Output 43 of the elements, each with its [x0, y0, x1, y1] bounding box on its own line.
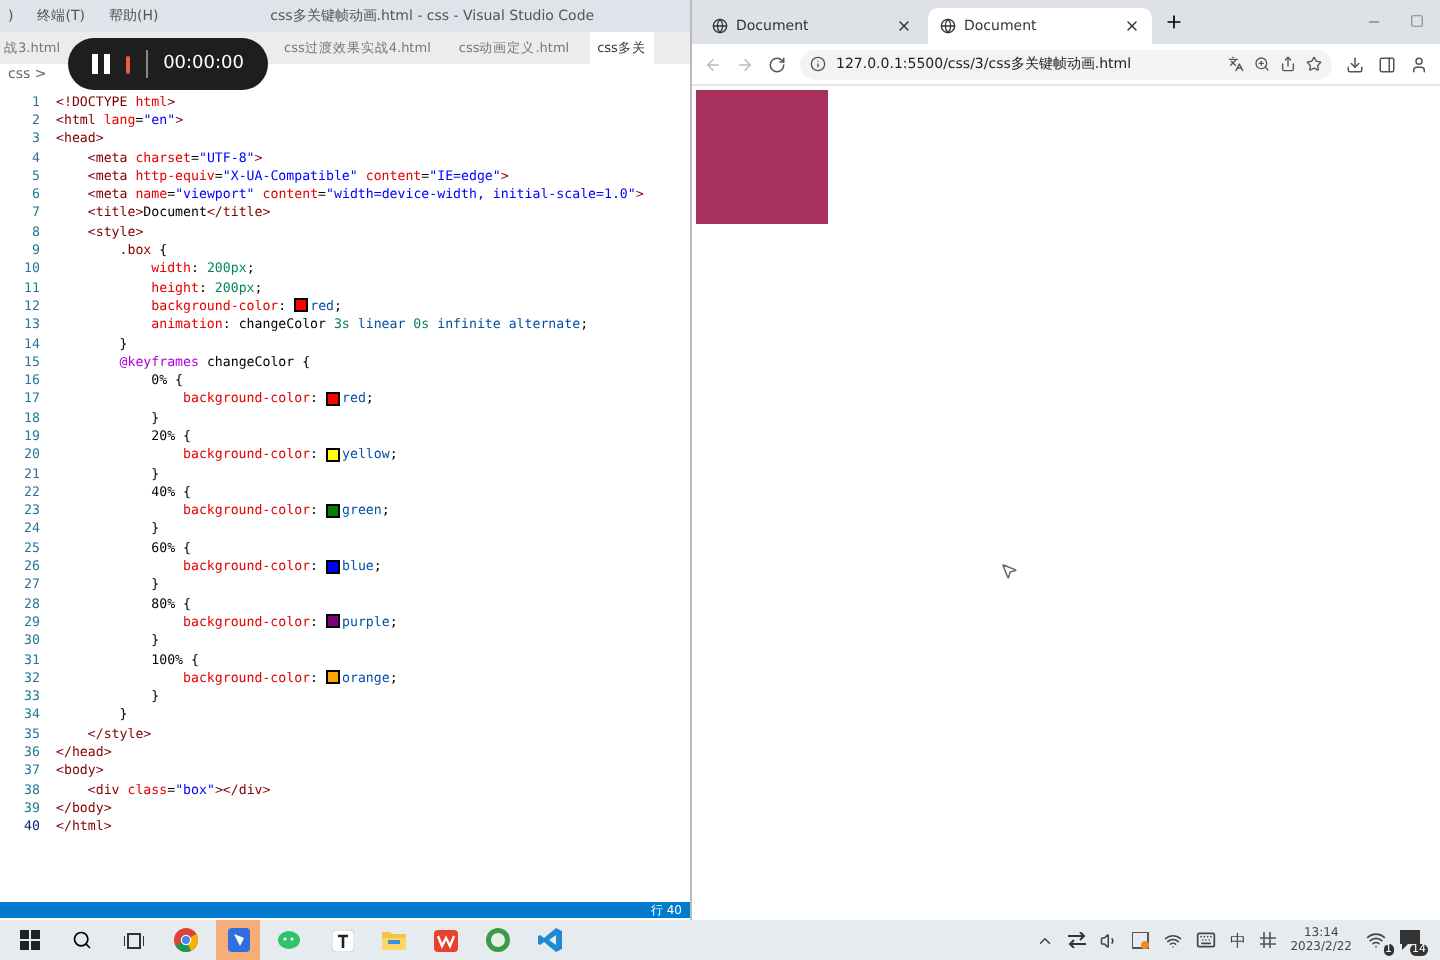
- chrome-icon[interactable]: [174, 928, 198, 952]
- search-icon[interactable]: [72, 930, 92, 950]
- share-icon[interactable]: [1280, 56, 1296, 72]
- translate-icon[interactable]: [1228, 56, 1244, 72]
- download-icon[interactable]: [1346, 55, 1364, 73]
- stop-icon[interactable]: [126, 55, 131, 73]
- color-swatch[interactable]: [326, 447, 340, 462]
- task-view-icon[interactable]: [124, 931, 144, 949]
- w-logo-icon[interactable]: [434, 929, 458, 951]
- profile-icon[interactable]: [1410, 55, 1428, 73]
- color-swatch[interactable]: [326, 614, 340, 629]
- close-icon[interactable]: [1124, 18, 1140, 34]
- windows-icon[interactable]: [20, 930, 40, 950]
- color-swatch[interactable]: [326, 559, 340, 574]
- letter-t-app-icon[interactable]: [331, 929, 353, 951]
- input-method-indicator[interactable]: 中: [1230, 929, 1247, 951]
- star-icon[interactable]: [1306, 56, 1322, 72]
- wifi-icon[interactable]: [1164, 931, 1183, 949]
- color-swatch[interactable]: [326, 391, 340, 406]
- new-tab-icon[interactable]: [1164, 12, 1184, 32]
- color-swatch[interactable]: [326, 670, 340, 685]
- folder-icon[interactable]: [382, 930, 406, 950]
- info-icon[interactable]: [810, 56, 826, 72]
- app-tray-icon[interactable]: [1132, 931, 1151, 949]
- vscode-icon[interactable]: [538, 928, 562, 952]
- round-app-icon[interactable]: [486, 928, 510, 952]
- hash-icon[interactable]: [1260, 932, 1277, 948]
- zoom-icon[interactable]: [1254, 56, 1270, 72]
- bookmark-app-icon[interactable]: [227, 928, 249, 952]
- color-swatch[interactable]: [294, 298, 309, 313]
- mouse-pointer-icon: [1000, 562, 1018, 580]
- volume-icon[interactable]: [1100, 931, 1119, 949]
- reload-icon[interactable]: [768, 55, 786, 73]
- animated-box: [696, 90, 828, 224]
- keyboard-icon[interactable]: [1196, 930, 1217, 950]
- globe-icon[interactable]: [712, 18, 728, 34]
- transfer-icon[interactable]: [1068, 932, 1087, 948]
- globe-icon[interactable]: [940, 18, 956, 34]
- side-panel-icon[interactable]: [1378, 55, 1396, 73]
- pause-icon[interactable]: [92, 54, 110, 74]
- recording-time: 00:00:00: [163, 54, 244, 74]
- close-icon[interactable]: [896, 18, 912, 34]
- color-swatch[interactable]: [326, 503, 340, 518]
